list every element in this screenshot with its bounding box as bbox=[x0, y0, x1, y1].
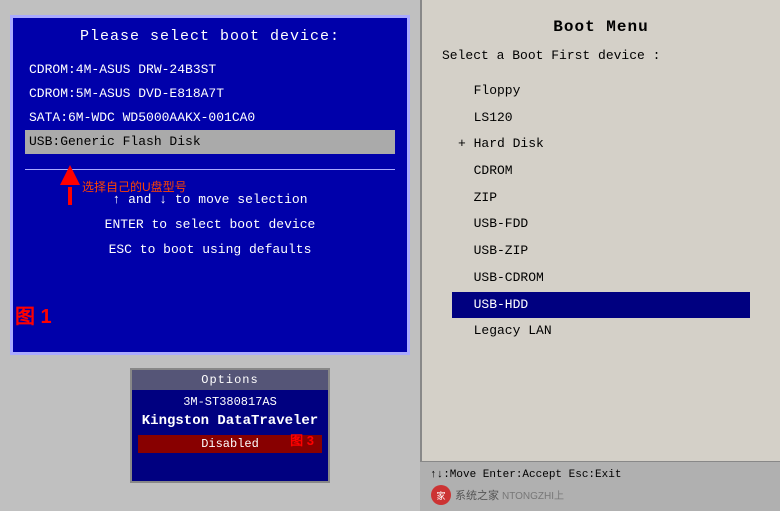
bios-device-1[interactable]: CDROM:4M-ASUS DRW-24B3ST bbox=[25, 58, 395, 82]
boot-item-usbcdrom[interactable]: USB-CDROM bbox=[452, 265, 750, 292]
bios-device-3[interactable]: SATA:6M-WDC WD5000AAKX-001CA0 bbox=[25, 106, 395, 130]
boot-menu-title: Boot Menu bbox=[422, 0, 780, 48]
watermark: 家 系统之家 NTONGZHI上 bbox=[430, 484, 770, 506]
boot-menu-bottom-bar: ↑↓:Move Enter:Accept Esc:Exit 家 系统之家 NTO… bbox=[420, 461, 780, 511]
annotation-label: 选择自己的U盘型号 bbox=[82, 178, 187, 195]
options-box: Options 3M-ST380817AS Kingston DataTrave… bbox=[130, 368, 330, 483]
boot-item-floppy[interactable]: Floppy bbox=[452, 78, 750, 105]
boot-item-zip[interactable]: ZIP bbox=[452, 185, 750, 212]
bios-divider bbox=[25, 169, 395, 170]
bios-footer-line3: ESC to boot using defaults bbox=[43, 238, 377, 263]
boot-item-usbhdd-selected[interactable]: USB-HDD bbox=[452, 292, 750, 319]
boot-item-ls120[interactable]: LS120 bbox=[452, 105, 750, 132]
figure-1-label: 图 1 bbox=[15, 300, 52, 329]
boot-item-usbzip[interactable]: USB-ZIP bbox=[452, 238, 750, 265]
options-title: Options bbox=[132, 370, 328, 390]
bios-footer-line2: ENTER to select boot device bbox=[43, 213, 377, 238]
figure-3-label: 图 3 bbox=[290, 430, 314, 449]
boot-item-legacylan[interactable]: Legacy LAN bbox=[452, 318, 750, 345]
bios-title: Please select boot device: bbox=[13, 18, 407, 53]
options-item-disabled: Disabled 图 3 bbox=[138, 435, 322, 453]
svg-text:家: 家 bbox=[436, 490, 445, 501]
boot-menu-items: Floppy LS120 + Hard Disk CDROM ZIP USB-F… bbox=[422, 73, 780, 350]
boot-item-cdrom[interactable]: CDROM bbox=[452, 158, 750, 185]
options-item-kingston: Kingston DataTraveler bbox=[132, 411, 328, 431]
options-item-hdd: 3M-ST380817AS bbox=[132, 390, 328, 411]
boot-item-harddisk[interactable]: + Hard Disk bbox=[452, 131, 750, 158]
arrow-up-icon bbox=[60, 165, 80, 185]
bios-device-2[interactable]: CDROM:5M-ASUS DVD-E818A7T bbox=[25, 82, 395, 106]
boot-item-usbfdd[interactable]: USB-FDD bbox=[452, 211, 750, 238]
arrow-stem bbox=[68, 187, 72, 205]
arrow-annotation bbox=[60, 165, 80, 205]
bios-device-list: CDROM:4M-ASUS DRW-24B3ST CDROM:5M-ASUS D… bbox=[13, 53, 407, 159]
watermark-logo-icon: 家 bbox=[430, 484, 452, 506]
boot-menu-subtitle: Select a Boot First device : bbox=[422, 48, 780, 73]
bios-device-4-selected[interactable]: USB:Generic Flash Disk bbox=[25, 130, 395, 154]
boot-menu-nav-hint: ↑↓:Move Enter:Accept Esc:Exit bbox=[430, 467, 770, 484]
boot-menu-panel: Boot Menu Select a Boot First device : F… bbox=[420, 0, 780, 511]
